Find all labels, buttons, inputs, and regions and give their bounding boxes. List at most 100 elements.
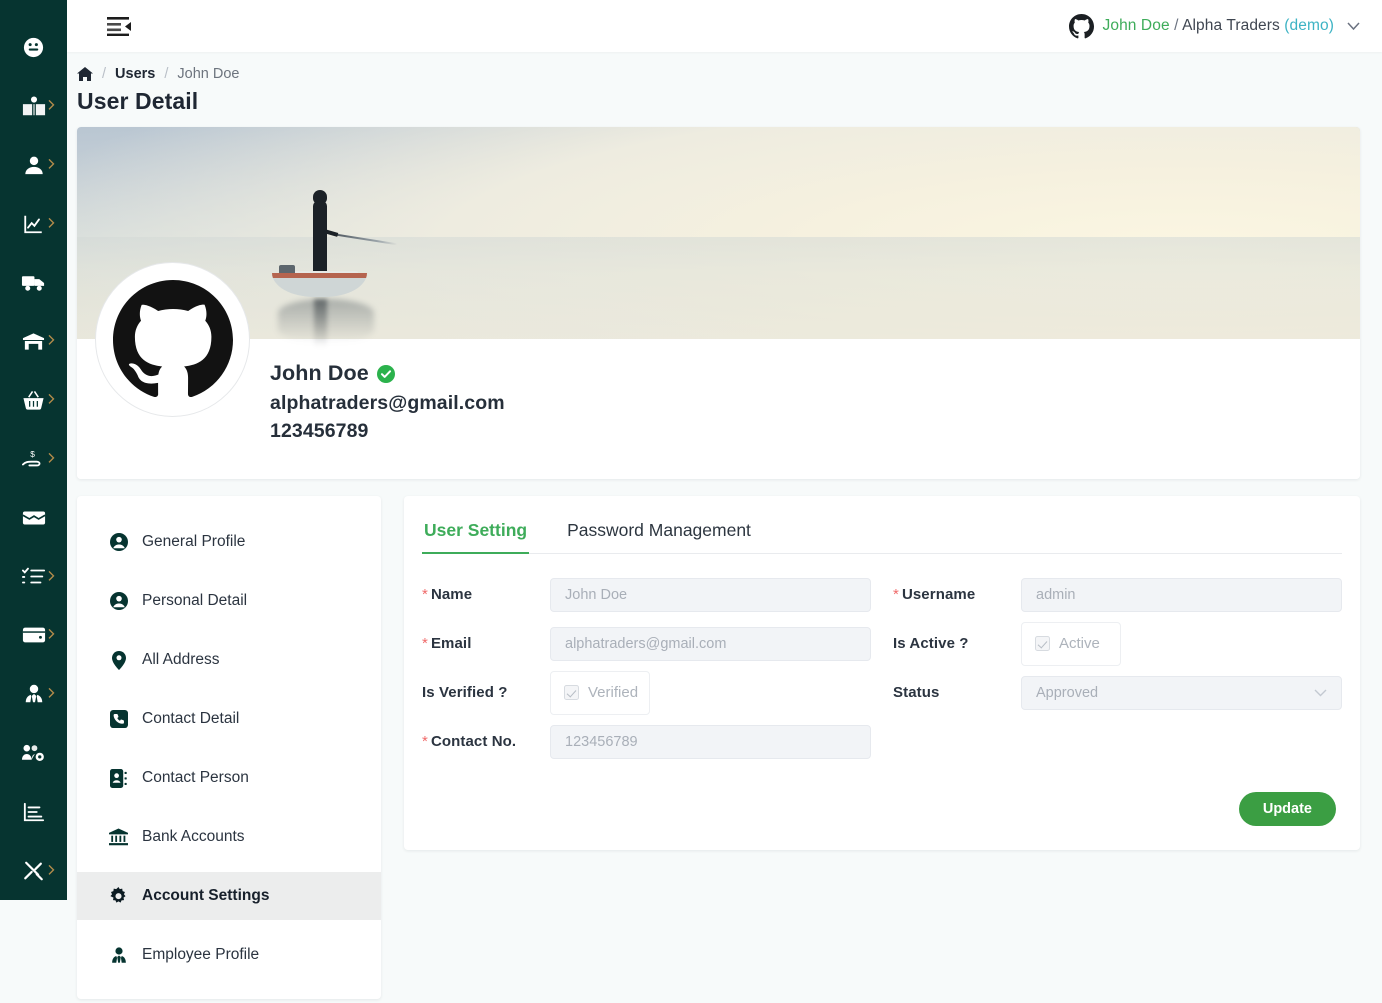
sidebar-item-chart-bar[interactable] [0,782,67,841]
field-email-control: alphatraders@gmail.com [550,626,871,661]
sidebar-item-warehouse[interactable] [0,312,67,371]
tab-password-management[interactable]: Password Management [565,516,753,553]
sidebar-item-account-settings[interactable]: Account Settings [77,872,381,920]
sidebar-item-wallet[interactable] [0,606,67,665]
field-email-label: * Email [422,635,472,652]
bank-icon [109,828,128,846]
user-icon [23,154,45,176]
menu-item-label: Bank Accounts [142,828,245,845]
chevron-right-icon [48,629,55,640]
required-marker: * [893,586,899,603]
tab-user-setting[interactable]: User Setting [422,516,530,554]
sidebar-item-personal-detail[interactable]: Personal Detail [77,577,381,625]
hand-holding-usd-icon: $ [21,448,46,469]
user-circle-icon [109,592,128,610]
sidebar-item-hand-holding-usd[interactable]: $ [0,430,67,489]
breadcrumb-item-users[interactable]: Users [115,66,155,82]
banner-figure-body [313,201,327,275]
sidebar-item-user[interactable] [0,136,67,195]
profile-card: John Doe alphatraders@gmail.com 12345678… [77,127,1360,479]
field-is-verified-label: Is Verified ? [422,684,508,701]
chevron-right-icon [48,100,55,111]
required-marker: * [422,586,428,603]
dashboard-icon [22,36,45,59]
checkbox-check-icon [1035,636,1050,651]
sidebar-item-bank-accounts[interactable]: Bank Accounts [77,813,381,861]
field-status-label: Status [893,684,940,701]
update-button[interactable]: Update [1238,792,1336,826]
status-select-value: Approved [1036,684,1099,701]
sidebar-item-employee-profile[interactable]: Employee Profile [77,931,381,979]
field-name-label: * Name [422,586,473,603]
banner-lake [77,237,1360,339]
field-username-label: * Username [893,586,976,603]
form-tabs: User Setting Password Management [422,516,1342,554]
phone-square-icon [109,710,128,728]
sidebar-item-book-reader[interactable] [0,77,67,136]
chevron-right-icon [48,217,55,228]
menu-item-label: General Profile [142,533,246,550]
chevron-right-icon [48,452,55,463]
account-separator: / [1174,17,1179,34]
sidebar-item-shopping-basket[interactable] [0,371,67,430]
sidebar-item-contact-person[interactable]: Contact Person [77,754,381,802]
account-environment: (demo) [1284,17,1334,34]
sidebar-item-tools[interactable] [0,841,67,900]
truck-icon [21,273,46,293]
user-account-menu[interactable]: John Doe / Alpha Traders (demo) [1068,13,1364,39]
field-username: * Username admin [893,570,1342,619]
sidebar-item-tasks-list[interactable] [0,547,67,606]
user-circle-icon [109,533,128,551]
profile-email: alphatraders@gmail.com [270,392,505,414]
chart-bar-icon [23,802,45,822]
banner-figure-reflection [314,299,327,347]
github-icon [112,279,233,397]
sidebar-item-truck[interactable] [0,253,67,312]
profile-banner-image [77,127,1360,417]
name-input[interactable]: John Doe [550,577,871,612]
field-contact-no-label: * Contact No. [422,733,517,750]
field-is-active: Is Active ? Active [893,619,1342,668]
is-active-checkbox-label: Active [1059,635,1100,652]
field-is-verified-control: Verified [550,670,871,715]
field-is-active-label: Is Active ? [893,635,969,652]
contact-no-input[interactable]: 123456789 [550,724,871,759]
shopping-basket-icon [22,390,45,411]
sidebar-item-chart-line[interactable] [0,194,67,253]
menu-item-label: All Address [142,651,220,668]
field-name: * Name John Doe [422,570,871,619]
sidebar-item-general-profile[interactable]: General Profile [77,518,381,566]
sidebar-item-user-tie[interactable] [0,665,67,724]
breadcrumb-item-current: John Doe [177,66,240,82]
email-input[interactable]: alphatraders@gmail.com [550,626,871,661]
user-chip-text: John Doe / Alpha Traders (demo) [1103,17,1334,35]
profile-info: John Doe alphatraders@gmail.com 12345678… [77,339,1360,479]
menu-fold-toggle[interactable] [107,15,133,37]
field-contact-no: * Contact No. 123456789 [422,717,871,766]
menu-item-label: Contact Person [142,769,249,786]
username-input[interactable]: admin [1021,577,1342,612]
menu-item-label: Employee Profile [142,946,260,963]
sidebar-item-contact-detail[interactable]: Contact Detail [77,695,381,743]
account-organization: Alpha Traders [1182,17,1280,34]
status-select[interactable]: Approved [1021,675,1342,710]
chevron-right-icon [48,570,55,581]
user-tie-icon [23,683,45,705]
is-verified-checkbox[interactable]: Verified [550,670,650,715]
field-is-active-control: Active [1021,621,1342,666]
sidebar-item-all-address[interactable]: All Address [77,636,381,684]
profile-phone: 123456789 [270,420,369,442]
book-reader-icon [22,95,46,117]
profile-name-row: John Doe [270,361,1360,386]
chevron-down-icon [1314,689,1327,696]
detail-layout: General Profile Personal Detail All Addr… [77,496,1360,999]
chart-line-icon [22,213,45,235]
field-is-verified: Is Verified ? Verified [422,668,871,717]
is-verified-checkbox-label: Verified [588,684,639,701]
is-active-checkbox[interactable]: Active [1021,621,1121,666]
sidebar-item-money-check[interactable] [0,488,67,547]
field-username-control: admin [1021,577,1342,612]
home-icon[interactable] [77,66,93,82]
sidebar-item-dashboard[interactable] [0,18,67,77]
sidebar-item-users-cog[interactable] [0,724,67,783]
